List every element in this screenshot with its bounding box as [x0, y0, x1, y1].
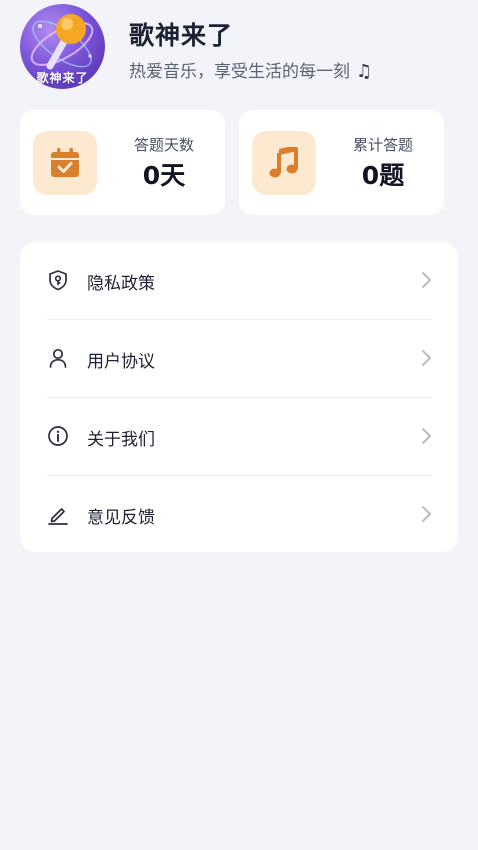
shield-icon — [49, 270, 67, 291]
music-note-emoji: ♫ — [356, 61, 373, 82]
music-note-icon — [252, 131, 316, 195]
chevron-right-icon — [422, 350, 431, 366]
profile-header: 歌神来了 歌神来了 热爱音乐，享受生活的每一刻 ♫ — [20, 4, 460, 90]
calendar-check-icon — [33, 131, 97, 195]
avatar[interactable]: 歌神来了 — [20, 4, 105, 89]
stat-label-total: 累计答题 — [352, 136, 413, 154]
stat-card-total: 累计答题 0题 — [239, 110, 444, 215]
tagline-text: 热爱音乐，享受生活的每一刻 — [129, 62, 350, 82]
menu-item-label: 用户协议 — [87, 352, 155, 372]
info-icon — [48, 426, 68, 446]
menu-item-label: 隐私政策 — [87, 274, 155, 294]
avatar-caption: 歌神来了 — [36, 71, 89, 85]
stat-card-days: 答题天数 0天 — [20, 110, 225, 215]
stat-value-days: 0天 — [142, 161, 186, 190]
user-icon — [49, 348, 67, 368]
stat-label-days: 答题天数 — [133, 136, 194, 154]
tagline: 热爱音乐，享受生活的每一刻 ♫ — [129, 57, 372, 82]
menu-item-feedback[interactable]: 意见反馈 — [47, 476, 432, 553]
stat-value-total: 0题 — [361, 161, 405, 190]
menu-item-privacy-policy[interactable]: 隐私政策 — [47, 242, 432, 319]
chevron-right-icon — [422, 506, 431, 522]
app-name: 歌神来了 — [129, 21, 234, 50]
settings-menu: 隐私政策 用户协议 关于我们 意见反馈 — [20, 242, 458, 552]
chevron-right-icon — [422, 428, 431, 444]
menu-item-label: 意见反馈 — [87, 508, 155, 528]
pen-icon — [48, 508, 68, 525]
chevron-right-icon — [422, 272, 431, 288]
menu-item-user-agreement[interactable]: 用户协议 — [47, 320, 432, 397]
menu-item-about-us[interactable]: 关于我们 — [47, 398, 432, 475]
menu-item-label: 关于我们 — [87, 430, 155, 450]
